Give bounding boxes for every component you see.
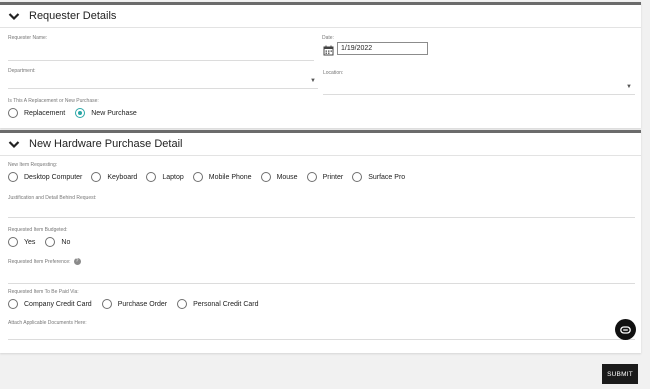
justification-field[interactable] <box>8 217 635 218</box>
new-item-radio[interactable] <box>260 172 271 182</box>
pay-via-option[interactable]: Personal Credit Card <box>177 299 259 309</box>
justification-label: Justification and Detail Behind Request: <box>8 195 97 201</box>
calendar-icon[interactable] <box>323 43 334 56</box>
new-item-option[interactable]: Mobile Phone <box>192 172 252 182</box>
budgeted-radio[interactable] <box>8 237 18 247</box>
form-page: Requester Details Requester Name: Date: … <box>0 0 650 389</box>
section-title: New Hardware Purchase Detail <box>29 138 183 150</box>
attach-documents-label: Attach Applicable Documents Here: <box>8 320 87 326</box>
new-item-radio-group: Desktop Computer Keyboard Laptop Mobile Pho… <box>8 171 405 183</box>
new-item-radio[interactable] <box>8 172 18 182</box>
replacement-option-label: New Purchase <box>91 109 137 117</box>
requester-name-field[interactable] <box>8 60 314 61</box>
new-item-option-label: Laptop <box>162 173 184 181</box>
new-item-option-label: Desktop Computer <box>24 173 83 181</box>
pay-via-label: Requested Item To Be Paid Via: <box>8 289 79 295</box>
date-input[interactable]: 1/19/2022 <box>337 42 428 55</box>
submit-button[interactable]: SUBMIT <box>602 364 638 384</box>
replacement-radio[interactable] <box>75 108 86 118</box>
new-item-radio[interactable] <box>91 172 102 182</box>
chevron-down-icon[interactable] <box>8 140 20 149</box>
new-item-option-label: Mobile Phone <box>208 173 252 181</box>
requester-details-section: Requester Details Requester Name: Date: … <box>0 2 641 128</box>
new-item-option[interactable]: Printer <box>306 172 344 182</box>
budgeted-radio-group: Yes No <box>8 236 70 248</box>
department-label: Department: <box>8 68 36 74</box>
budgeted-label: Requested Item Budgeted: <box>8 227 68 233</box>
replacement-radio-group: Replacement New Purchase <box>8 107 137 119</box>
preference-field[interactable] <box>8 283 635 284</box>
new-item-label: New Item Requesting: <box>8 162 58 168</box>
new-item-radio[interactable] <box>306 172 317 182</box>
replacement-question-label: Is This A Replacement or New Purchase: <box>8 98 99 104</box>
pay-via-radio[interactable] <box>8 299 18 309</box>
new-item-option[interactable]: Mouse <box>260 172 298 182</box>
location-dropdown-caret-icon[interactable]: ▼ <box>626 84 632 90</box>
hardware-purchase-header[interactable]: New Hardware Purchase Detail <box>0 133 641 156</box>
location-label: Location: <box>323 70 344 76</box>
department-dropdown-caret-icon[interactable]: ▼ <box>310 78 316 84</box>
new-item-option-label: Mouse <box>276 173 298 181</box>
pay-via-radio-group: Company Credit Card Purchase Order Persona… <box>8 298 259 310</box>
hardware-purchase-section: New Hardware Purchase Detail New Item Re… <box>0 130 641 353</box>
replacement-radio[interactable] <box>8 108 18 118</box>
department-select[interactable] <box>8 88 318 89</box>
attach-documents-field[interactable] <box>8 339 635 340</box>
new-item-option-label: Printer <box>322 173 344 181</box>
budgeted-option[interactable]: Yes <box>8 237 35 247</box>
chevron-down-icon[interactable] <box>8 12 20 21</box>
date-label: Date: <box>322 35 334 41</box>
new-item-option-label: Keyboard <box>107 173 138 181</box>
requester-details-header[interactable]: Requester Details <box>0 5 641 28</box>
replacement-option[interactable]: New Purchase <box>75 108 137 118</box>
preference-label: Requested Item Preference:? <box>8 258 81 265</box>
budgeted-option[interactable]: No <box>45 237 70 247</box>
new-item-option[interactable]: Desktop Computer <box>8 172 82 182</box>
pay-via-radio[interactable] <box>177 299 188 309</box>
budgeted-option-label: No <box>61 238 71 246</box>
new-item-radio[interactable] <box>192 172 203 182</box>
new-item-radio[interactable] <box>146 172 157 182</box>
pay-via-radio[interactable] <box>101 299 112 309</box>
new-item-option[interactable]: Surface Pro <box>352 172 405 182</box>
new-item-option[interactable]: Laptop <box>146 172 184 182</box>
location-select[interactable] <box>323 94 635 95</box>
new-item-radio[interactable] <box>352 172 363 182</box>
chat-button[interactable] <box>615 319 636 340</box>
budgeted-radio[interactable] <box>45 237 56 247</box>
requester-name-label: Requester Name: <box>8 35 48 41</box>
pay-via-option-label: Company Credit Card <box>24 300 92 308</box>
replacement-option[interactable]: Replacement <box>8 108 65 118</box>
pay-via-option[interactable]: Purchase Order <box>101 299 168 309</box>
budgeted-option-label: Yes <box>24 238 36 246</box>
pay-via-option-label: Personal Credit Card <box>193 300 259 308</box>
section-title: Requester Details <box>29 10 117 22</box>
pay-via-option[interactable]: Company Credit Card <box>8 299 92 309</box>
pay-via-option-label: Purchase Order <box>117 300 168 308</box>
chat-icon <box>620 325 631 334</box>
preference-label-text: Requested Item Preference: <box>8 258 71 265</box>
help-icon[interactable]: ? <box>73 258 81 265</box>
new-item-option[interactable]: Keyboard <box>91 172 137 182</box>
new-item-option-label: Surface Pro <box>368 173 406 181</box>
replacement-option-label: Replacement <box>24 109 66 117</box>
